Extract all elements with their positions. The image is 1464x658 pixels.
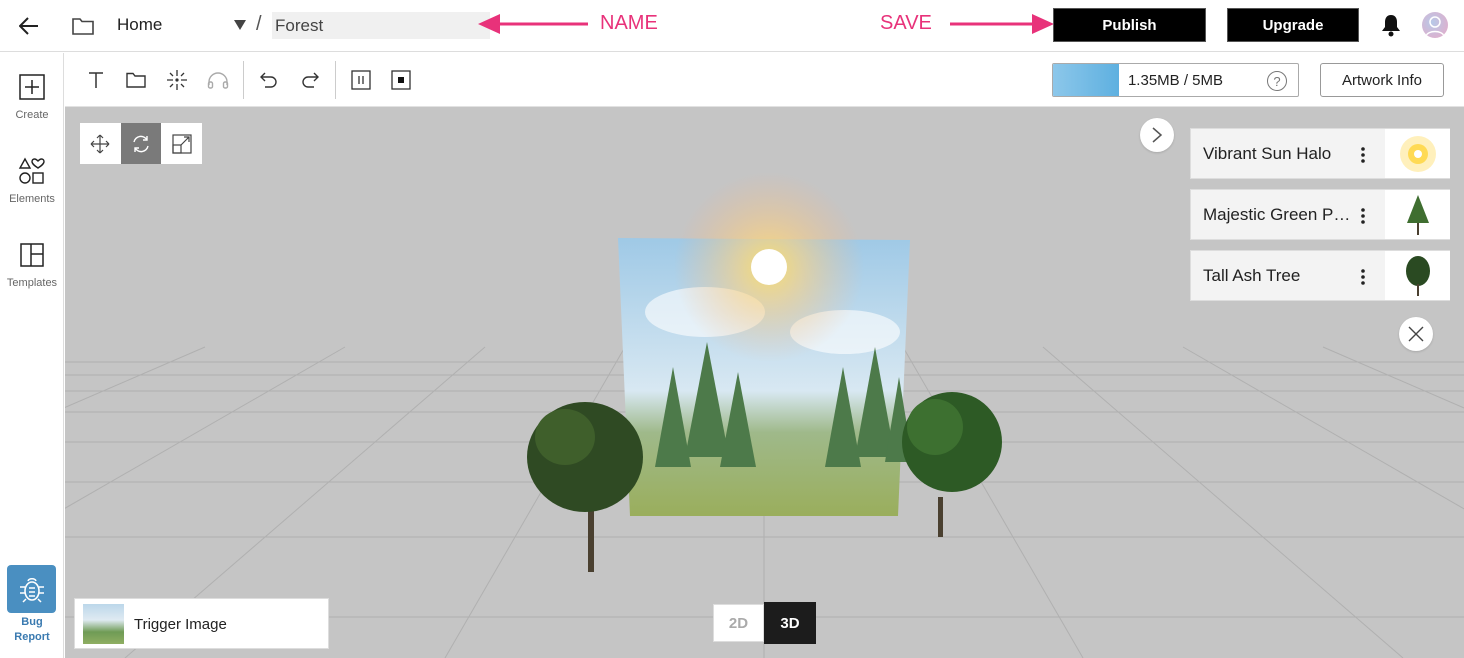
layout-icon bbox=[20, 243, 44, 267]
bug-report-label-line1: Bug bbox=[21, 616, 43, 628]
effects-tool-button[interactable] bbox=[164, 67, 190, 93]
undo-button[interactable] bbox=[256, 67, 282, 93]
view-2d-button[interactable]: 2D bbox=[713, 604, 764, 642]
folder-button[interactable] bbox=[70, 12, 96, 40]
layer-name: Tall Ash Tree bbox=[1203, 266, 1301, 285]
layer-thumbnail bbox=[1385, 190, 1450, 239]
toolbar-divider bbox=[243, 61, 244, 99]
annotation-arrow-save bbox=[950, 14, 1054, 34]
folder-icon bbox=[72, 18, 94, 35]
scale-mode-button[interactable] bbox=[161, 123, 202, 164]
sparkle-icon bbox=[167, 70, 187, 90]
layer-thumbnail bbox=[1385, 251, 1450, 300]
bug-report-label: Bug Report bbox=[0, 615, 64, 645]
text-icon bbox=[89, 72, 103, 88]
layer-menu-button[interactable] bbox=[1357, 265, 1369, 289]
annotation-arrow-name bbox=[478, 14, 588, 34]
view-mode-toggle: 2D 3D bbox=[713, 602, 816, 644]
layer-list: Vibrant Sun Halo Majestic Green Pine Tal… bbox=[1190, 128, 1450, 311]
trigger-image-thumbnail bbox=[83, 604, 124, 644]
bell-icon bbox=[1382, 15, 1400, 37]
caret-down-icon bbox=[234, 20, 246, 30]
bug-report-label-line2: Report bbox=[14, 631, 50, 643]
layer-name: Majestic Green Pine bbox=[1203, 205, 1353, 224]
layer-menu-button[interactable] bbox=[1357, 143, 1369, 167]
layer-item[interactable]: Majestic Green Pine bbox=[1190, 189, 1450, 240]
rotate-icon bbox=[133, 135, 149, 152]
move-mode-button[interactable] bbox=[80, 123, 121, 164]
shapes-icon bbox=[18, 157, 45, 184]
close-icon bbox=[1408, 326, 1424, 342]
move-icon bbox=[90, 134, 110, 153]
stop-icon bbox=[391, 70, 411, 90]
layer-menu-button[interactable] bbox=[1357, 204, 1369, 228]
left-tree bbox=[527, 402, 643, 572]
back-button[interactable] bbox=[14, 12, 44, 40]
top-bar: Home / NAME SAVE Publish Upgrade bbox=[0, 0, 1464, 52]
home-link[interactable]: Home bbox=[117, 15, 162, 35]
3d-viewport[interactable]: Vibrant Sun Halo Majestic Green Pine Tal… bbox=[65, 107, 1464, 658]
sidebar-item-create[interactable]: Create bbox=[0, 67, 64, 137]
trigger-image-label: Trigger Image bbox=[134, 616, 227, 633]
chevron-right-icon bbox=[1152, 127, 1163, 143]
kebab-menu-icon bbox=[1361, 269, 1365, 285]
pause-icon bbox=[351, 70, 371, 90]
undo-icon bbox=[260, 72, 277, 88]
tree-thumb-icon bbox=[1405, 255, 1430, 296]
publish-button[interactable]: Publish bbox=[1053, 8, 1206, 42]
text-tool-button[interactable] bbox=[83, 67, 109, 93]
stop-button[interactable] bbox=[388, 67, 414, 93]
collapse-panel-button[interactable] bbox=[1140, 118, 1174, 152]
rotate-mode-button[interactable] bbox=[120, 123, 162, 164]
storage-meter-text: 1.35MB / 5MB bbox=[1127, 72, 1224, 89]
pause-button[interactable] bbox=[348, 67, 374, 93]
sidebar-item-label: Templates bbox=[6, 277, 58, 289]
right-tree bbox=[902, 392, 1002, 537]
plus-square-icon bbox=[19, 74, 45, 100]
artwork-info-button[interactable]: Artwork Info bbox=[1320, 63, 1444, 97]
bug-report-button[interactable] bbox=[7, 565, 56, 613]
arrow-left-icon bbox=[19, 17, 38, 35]
breadcrumb-dropdown[interactable] bbox=[233, 18, 249, 32]
bug-icon bbox=[19, 578, 44, 603]
close-panel-button[interactable] bbox=[1399, 317, 1433, 351]
sidebar-item-elements[interactable]: Elements bbox=[0, 151, 64, 221]
artwork-name-input[interactable] bbox=[272, 12, 490, 39]
scale-icon bbox=[172, 133, 192, 154]
sidebar-item-label: Elements bbox=[9, 193, 55, 205]
layer-item[interactable]: Vibrant Sun Halo bbox=[1190, 128, 1450, 179]
layer-thumbnail bbox=[1385, 129, 1450, 178]
tree-thumb-icon bbox=[1406, 194, 1429, 235]
layer-item[interactable]: Tall Ash Tree bbox=[1190, 250, 1450, 301]
upgrade-button[interactable]: Upgrade bbox=[1227, 8, 1359, 42]
redo-icon bbox=[302, 72, 319, 88]
sidebar-item-label: Create bbox=[15, 109, 49, 121]
toolbar-divider bbox=[335, 61, 336, 99]
sun bbox=[751, 249, 787, 285]
transform-mode-group bbox=[80, 123, 202, 164]
redo-button[interactable] bbox=[297, 67, 323, 93]
storage-meter: 1.35MB / 5MB ? bbox=[1052, 63, 1299, 97]
upload-tool-button[interactable] bbox=[123, 67, 149, 93]
avatar[interactable] bbox=[1422, 12, 1448, 38]
audio-tool-button[interactable] bbox=[205, 67, 231, 93]
help-icon[interactable]: ? bbox=[1267, 71, 1287, 91]
annotation-save: SAVE bbox=[880, 12, 932, 34]
sun-thumb-icon bbox=[1399, 135, 1436, 172]
left-sidebar: Create Elements Templates Bug Report bbox=[0, 53, 64, 658]
kebab-menu-icon bbox=[1361, 208, 1365, 224]
layer-name: Vibrant Sun Halo bbox=[1203, 144, 1332, 163]
annotation-name: NAME bbox=[600, 12, 658, 34]
view-3d-button[interactable]: 3D bbox=[764, 602, 816, 644]
editor-toolbar: 1.35MB / 5MB ? Artwork Info bbox=[65, 53, 1464, 107]
folder-icon bbox=[126, 72, 146, 88]
breadcrumb-separator: / bbox=[256, 13, 262, 35]
kebab-menu-icon bbox=[1361, 147, 1365, 163]
sidebar-item-templates[interactable]: Templates bbox=[0, 235, 64, 305]
user-icon bbox=[1425, 16, 1445, 37]
trigger-image-card[interactable]: Trigger Image bbox=[74, 598, 329, 649]
headphones-icon bbox=[207, 72, 229, 89]
notifications-button[interactable] bbox=[1380, 13, 1404, 39]
